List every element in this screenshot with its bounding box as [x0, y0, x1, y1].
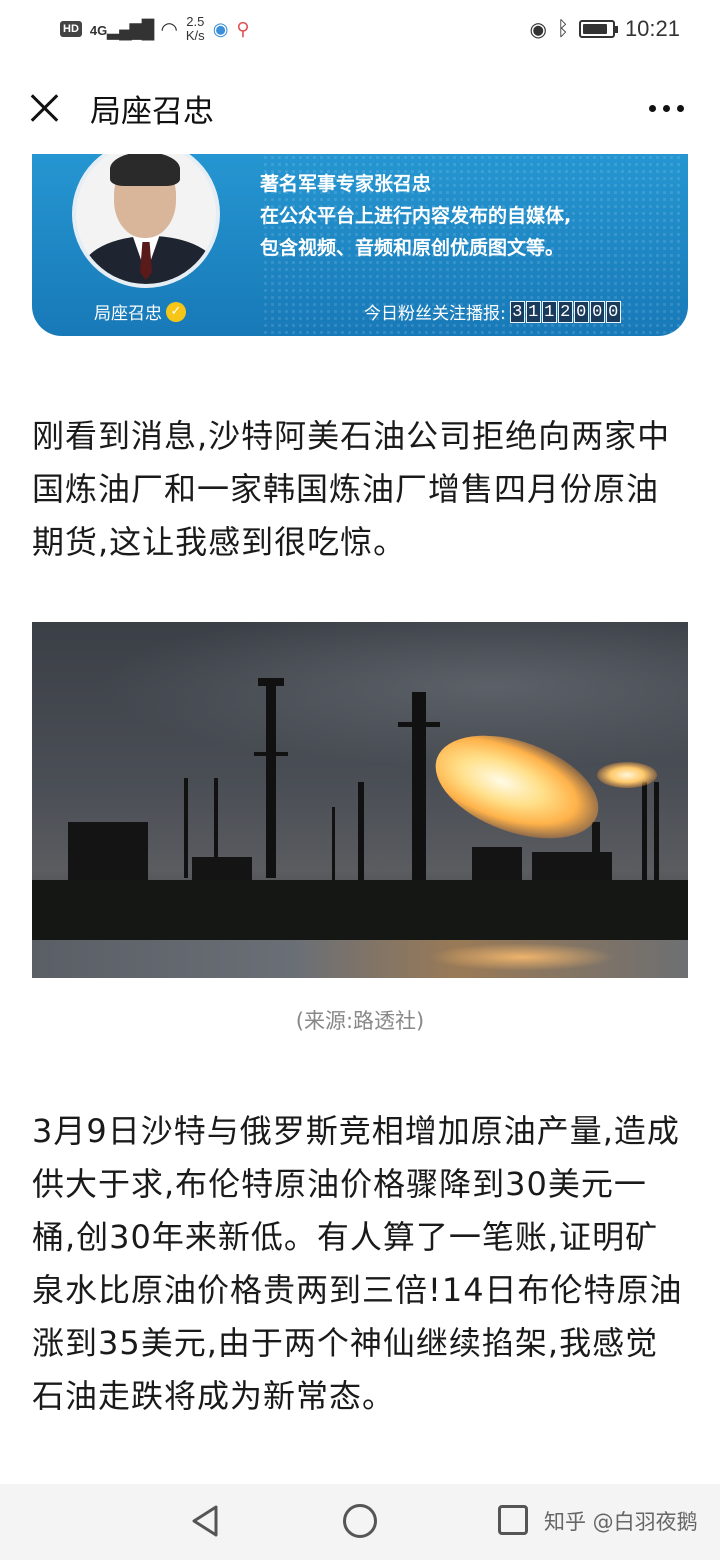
more-options-icon[interactable]: [649, 104, 684, 112]
battery-fill: [582, 24, 607, 34]
network-type: 4G: [89, 22, 108, 38]
fan-digit: 3: [509, 300, 525, 323]
tower: [266, 678, 276, 878]
gas-flare-small: [597, 762, 657, 788]
network-speed: 2.5 K/s: [186, 15, 205, 43]
fan-digit: 1: [541, 300, 557, 323]
app-notification-icon: ◉: [212, 18, 229, 39]
battery-icon: [578, 20, 618, 38]
signal-icon: 4G▂▄▆█: [89, 18, 155, 39]
close-icon[interactable]: [28, 92, 60, 124]
speed-unit: K/s: [185, 28, 205, 43]
clock: 10:21: [624, 16, 680, 41]
status-right: ◉ ᛒ 10:21: [529, 16, 680, 42]
page-title: 局座召忠: [90, 93, 214, 130]
avatar: [72, 154, 220, 288]
banner-line: 包含视频、音频和原创优质图文等。: [260, 237, 565, 259]
back-icon[interactable]: [190, 1504, 220, 1538]
fan-digit: 2: [557, 300, 573, 323]
system-nav-bar: 知乎 @白羽夜鹅: [0, 1484, 720, 1560]
location-icon: ⚲: [236, 18, 250, 39]
hd-badge: HD: [60, 21, 82, 37]
banner-line: 在公众平台上进行内容发布的自媒体,: [260, 205, 572, 227]
article-photo[interactable]: [32, 622, 688, 978]
fan-counter: 今日粉丝关注播报: 3 1 1 2 0 0 0: [364, 299, 621, 324]
fan-digit: 0: [605, 300, 621, 323]
fan-digit: 1: [525, 300, 541, 323]
fan-digit: 0: [573, 300, 589, 323]
nav-bar: 局座召忠: [0, 62, 720, 154]
watermark: 知乎 @白羽夜鹅: [544, 1510, 698, 1534]
status-bar: HD 4G▂▄▆█ ◠ 2.5 K/s ◉ ⚲ ◉ ᛒ 10:21: [0, 0, 720, 58]
article-paragraph-2: 3月9日沙特与俄罗斯竞相增加原油产量,造成供大于求,布伦特原油价格骤降到30美元…: [32, 1112, 683, 1415]
photo-caption: (来源:路透社): [295, 1009, 425, 1033]
speed-value: 2.5: [186, 14, 205, 29]
author-name: 局座召忠 ✓: [94, 299, 186, 324]
fan-counter-label: 今日粉丝关注播报:: [364, 304, 506, 324]
profile-banner[interactable]: 局座召忠 ✓ 著名军事专家张召忠 在公众平台上进行内容发布的自媒体, 包含视频、…: [32, 154, 688, 336]
home-icon[interactable]: [343, 1504, 377, 1538]
recent-apps-icon[interactable]: [498, 1505, 528, 1535]
status-left: HD 4G▂▄▆█ ◠ 2.5 K/s ◉ ⚲: [60, 15, 250, 43]
verified-icon: ✓: [166, 301, 186, 322]
fan-count-digits: 3 1 1 2 0 0 0: [509, 300, 621, 323]
article-paragraph-1: 刚看到消息,沙特阿美石油公司拒绝向两家中国炼油厂和一家韩国炼油厂增售四月份原油期…: [32, 417, 671, 561]
wifi-icon: ◠: [160, 18, 178, 41]
author-name-label: 局座召忠: [94, 304, 162, 324]
eye-comfort-icon: ◉: [529, 18, 547, 41]
banner-description: 著名军事专家张召忠 在公众平台上进行内容发布的自媒体, 包含视频、音频和原创优质…: [260, 168, 571, 264]
bluetooth-icon: ᛒ: [556, 17, 569, 40]
banner-line: 著名军事专家张召忠: [260, 173, 432, 195]
fan-digit: 0: [589, 300, 605, 323]
